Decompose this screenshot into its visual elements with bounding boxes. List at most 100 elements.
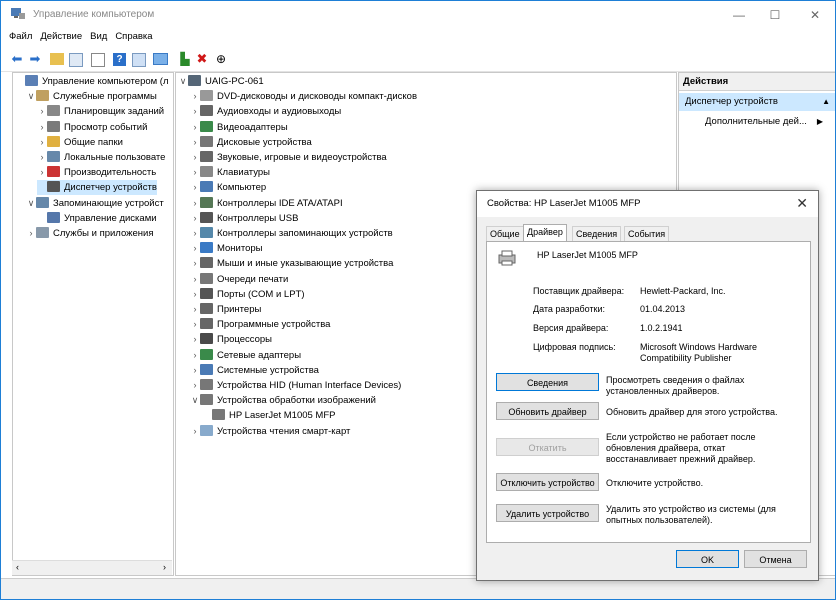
device-tree-item[interactable]: › Системные устройства <box>190 363 319 378</box>
console-tree-item[interactable]: › Просмотр событий <box>37 120 147 135</box>
console-tree-item[interactable]: ∨ Запоминающие устройст <box>26 196 164 211</box>
tab-general[interactable]: Общие <box>486 226 524 242</box>
update-driver-button[interactable]: Обновить драйвер <box>496 402 599 420</box>
view-icon[interactable] <box>132 53 146 67</box>
device-tree-item[interactable]: › Компьютер <box>190 180 266 195</box>
chevron-down-icon[interactable]: ∨ <box>190 393 200 408</box>
chevron-right-icon[interactable]: › <box>190 226 200 241</box>
console-tree-item[interactable]: › Службы и приложения <box>26 226 153 241</box>
menu-action[interactable]: Действие <box>40 29 82 45</box>
device-tree-item[interactable]: › Аудиовходы и аудиовыходы <box>190 104 341 119</box>
actions-device-manager[interactable]: Диспетчер устройств ▲ <box>679 93 835 111</box>
device-tree-item[interactable]: › DVD-дисководы и дисководы компакт-диско… <box>190 89 417 104</box>
ok-button[interactable]: OK <box>676 550 739 568</box>
rollback-driver-button[interactable]: Откатить <box>496 438 599 456</box>
device-tree-item-label: Процессоры <box>217 334 273 346</box>
device-tree-item[interactable]: › Дисковые устройства <box>190 135 312 150</box>
console-tree-item[interactable]: › Производительность <box>37 165 156 180</box>
chevron-right-icon[interactable]: › <box>190 272 200 287</box>
chevron-right-icon[interactable]: › <box>190 150 200 165</box>
driver-details-button[interactable]: Сведения <box>496 373 599 391</box>
menu-help[interactable]: Справка <box>115 29 152 45</box>
console-tree-item[interactable]: Управление дисками <box>37 211 157 226</box>
device-tree-item[interactable]: › Принтеры <box>190 302 261 317</box>
console-tree-item[interactable]: › Планировщик заданий <box>37 104 164 119</box>
disable-device-button[interactable]: Отключить устройство <box>496 473 599 491</box>
disable-icon[interactable]: ⊕ <box>213 51 229 67</box>
chevron-right-icon[interactable]: › <box>37 104 47 119</box>
console-tree-item[interactable]: ∨ Служебные программы <box>26 89 157 104</box>
device-tree-item[interactable]: › Порты (COM и LPT) <box>190 287 305 302</box>
device-tree-item[interactable]: › Очереди печати <box>190 272 288 287</box>
device-tree-item[interactable]: ∨ Устройства обработки изображений <box>190 393 376 408</box>
close-button[interactable]: ✕ <box>797 5 833 25</box>
chevron-right-icon[interactable]: › <box>37 165 47 180</box>
device-tree-item[interactable]: › Звуковые, игровые и видеоустройства <box>190 150 387 165</box>
console-tree-item[interactable]: Управление компьютером (л <box>15 74 169 89</box>
chevron-right-icon[interactable]: › <box>190 317 200 332</box>
chevron-down-icon[interactable]: ∨ <box>178 74 188 89</box>
chevron-right-icon[interactable]: › <box>37 135 47 150</box>
chevron-right-icon[interactable]: › <box>37 150 47 165</box>
device-tree-item[interactable]: › Мониторы <box>190 241 263 256</box>
device-tree-item[interactable]: ∨ UAIG-PC-061 <box>178 74 264 89</box>
update-driver-icon[interactable]: ▙ <box>177 51 193 67</box>
console-tree-item[interactable]: › Общие папки <box>37 135 123 150</box>
actions-more[interactable]: Дополнительные дей... ▶ <box>705 113 823 131</box>
show-hide-tree-icon[interactable] <box>69 53 83 67</box>
maximize-button[interactable]: ☐ <box>757 5 793 25</box>
device-tree-item[interactable]: › Контроллеры запоминающих устройств <box>190 226 393 241</box>
device-tree-item[interactable]: HP LaserJet M1005 MFP <box>202 408 335 423</box>
back-arrow-icon[interactable]: ⬅ <box>9 51 25 67</box>
help-icon[interactable]: ? <box>113 53 126 66</box>
console-tree-item[interactable]: Диспетчер устройств <box>37 180 157 196</box>
chevron-right-icon[interactable]: › <box>190 165 200 180</box>
chevron-right-icon[interactable]: › <box>190 424 200 439</box>
device-tree-item[interactable]: › Контроллеры USB <box>190 211 298 226</box>
device-tree-item[interactable]: › Сетевые адаптеры <box>190 348 301 363</box>
chevron-right-icon[interactable]: › <box>190 287 200 302</box>
chevron-down-icon[interactable]: ∨ <box>26 196 36 211</box>
dialog-close-icon[interactable]: ✕ <box>796 195 808 212</box>
menu-file[interactable]: Файл <box>9 29 32 45</box>
chevron-right-icon[interactable]: › <box>190 332 200 347</box>
chevron-right-icon[interactable]: › <box>190 89 200 104</box>
chevron-right-icon[interactable]: › <box>190 302 200 317</box>
properties-icon[interactable] <box>91 53 105 67</box>
horizontal-scrollbar[interactable]: ‹ › <box>12 560 172 575</box>
device-tree-item[interactable]: › Клавиатуры <box>190 165 270 180</box>
chevron-right-icon[interactable]: › <box>190 256 200 271</box>
chevron-right-icon[interactable]: › <box>26 226 36 241</box>
chevron-right-icon[interactable]: › <box>190 120 200 135</box>
forward-arrow-icon[interactable]: ➡ <box>27 51 43 67</box>
device-tree-item[interactable]: › Устройства HID (Human Interface Devices… <box>190 378 401 393</box>
up-folder-icon[interactable] <box>50 53 64 65</box>
chevron-down-icon[interactable]: ∨ <box>26 89 36 104</box>
console-tree-item[interactable]: › Локальные пользовате <box>37 150 165 165</box>
chevron-right-icon[interactable]: › <box>190 135 200 150</box>
device-tree-item[interactable]: › Контроллеры IDE ATA/ATAPI <box>190 196 343 211</box>
device-tree-item[interactable]: › Мыши и иные указывающие устройства <box>190 256 393 271</box>
tab-details[interactable]: Сведения <box>572 226 622 242</box>
chevron-right-icon[interactable]: › <box>190 348 200 363</box>
chevron-right-icon[interactable]: › <box>190 104 200 119</box>
chevron-right-icon[interactable]: › <box>190 211 200 226</box>
device-tree-item[interactable]: › Видеоадаптеры <box>190 120 288 135</box>
chevron-right-icon[interactable]: › <box>37 120 47 135</box>
device-tree-item[interactable]: › Процессоры <box>190 332 272 347</box>
chevron-right-icon[interactable]: › <box>190 196 200 211</box>
chevron-right-icon[interactable]: › <box>190 241 200 256</box>
uninstall-device-button[interactable]: Удалить устройство <box>496 504 599 522</box>
monitor-icon[interactable] <box>153 53 168 65</box>
minimize-button[interactable]: — <box>721 5 757 25</box>
collapse-up-icon[interactable]: ▲ <box>822 93 830 111</box>
menu-view[interactable]: Вид <box>90 29 107 45</box>
chevron-right-icon[interactable]: › <box>190 180 200 195</box>
device-tree-item[interactable]: › Программные устройства <box>190 317 330 332</box>
device-tree-item[interactable]: › Устройства чтения смарт-карт <box>190 424 350 439</box>
chevron-right-icon[interactable]: › <box>190 378 200 393</box>
cancel-button[interactable]: Отмена <box>744 550 807 568</box>
tab-events[interactable]: События <box>624 226 670 242</box>
uninstall-icon[interactable]: ✖ <box>194 51 210 67</box>
chevron-right-icon[interactable]: › <box>190 363 200 378</box>
